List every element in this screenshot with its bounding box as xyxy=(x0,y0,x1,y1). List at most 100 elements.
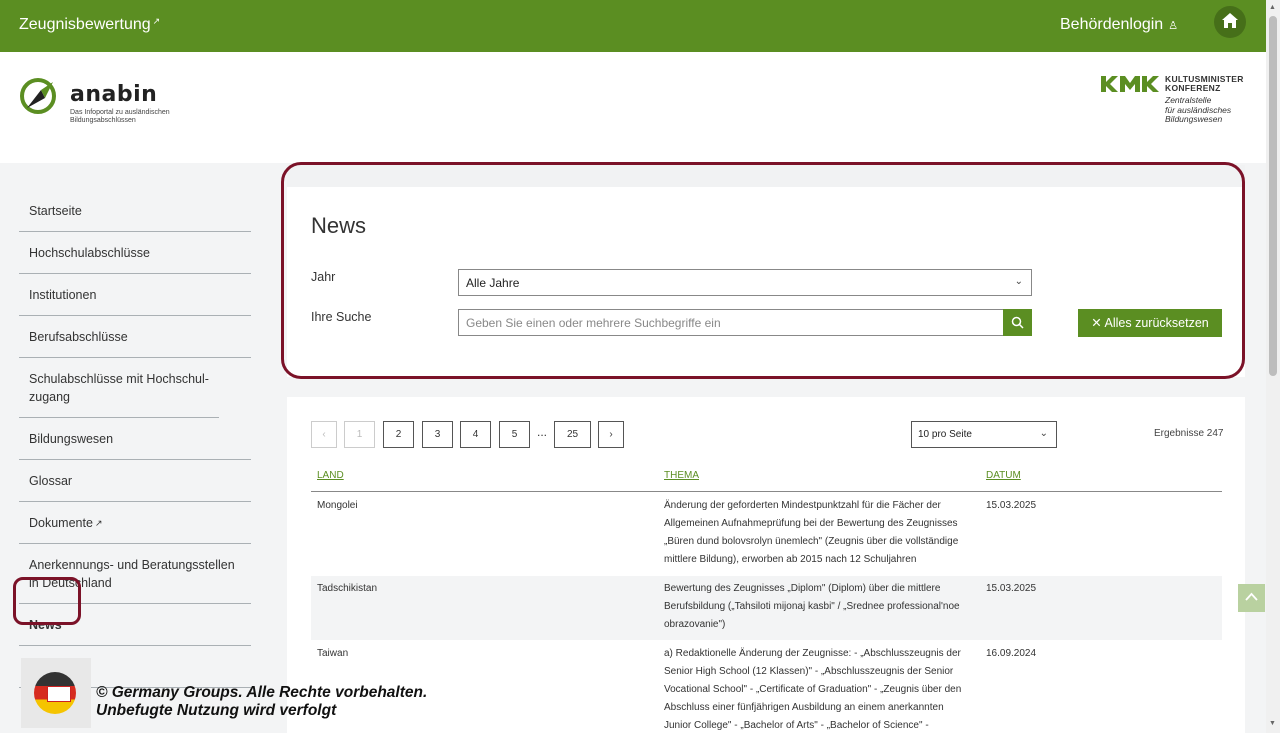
search-button[interactable] xyxy=(1003,309,1032,336)
per-page-value: 10 pro Seite xyxy=(918,429,972,440)
pagination-page-5[interactable]: 5 xyxy=(499,421,530,448)
logo-title: anabin xyxy=(70,82,158,107)
chevron-down-icon: ⌄ xyxy=(1014,276,1023,287)
watermark-line1: © Germany Groups. Alle Rechte vorbehalte… xyxy=(96,684,428,701)
watermark-text: © Germany Groups. Alle Rechte vorbehalte… xyxy=(96,684,427,720)
close-icon: ✕ xyxy=(1091,316,1105,330)
login-link[interactable]: Behördenlogin ♙ xyxy=(1060,16,1178,34)
kmk-title: KULTUSMINISTER KONFERENZ xyxy=(1165,75,1244,93)
sidebar-item-schulabschluesse-label: Schulabschlüsse mit Hochschul-zugang xyxy=(29,372,209,404)
thema-line: Berufsbildung („Tahsiloti mijonaj kasbi"… xyxy=(664,601,960,612)
thema-line: Abschluss einer fünfjährigen Ausbildung … xyxy=(664,702,944,713)
thema-line: Junior College" - „Bachelor of Arts" - „… xyxy=(664,720,929,731)
sidebar-item-anerkennungsstellen[interactable]: Anerkennungs- und Beratungsstellen in De… xyxy=(19,544,251,604)
site-header: anabin Das Infoportal zu ausländischen B… xyxy=(0,52,1266,163)
external-link-icon: ↗ xyxy=(94,518,103,528)
back-to-top-button[interactable] xyxy=(1238,584,1265,612)
cell-land: Mongolei xyxy=(317,500,358,511)
sidebar-item-news[interactable]: News xyxy=(19,604,251,646)
year-select[interactable]: Alle Jahre ⌄ xyxy=(458,269,1032,296)
results-count: Ergebnisse 247 xyxy=(1154,428,1224,439)
table-row[interactable]: Mongolei Änderung der geforderten Mindes… xyxy=(311,497,1222,572)
watermark-document xyxy=(47,686,71,702)
sidebar-item-dokumente-label: Dokumente xyxy=(29,516,93,530)
pagination-page-last[interactable]: 25 xyxy=(554,421,591,448)
news-search-panel: News Jahr Alle Jahre ⌄ Ihre Suche Geben … xyxy=(287,165,1245,377)
column-header-thema[interactable]: THEMA xyxy=(664,470,699,481)
thema-line: a) Redaktionelle Änderung der Zeugnisse:… xyxy=(664,648,961,659)
scroll-up-arrow-icon[interactable]: ▲ xyxy=(1269,4,1276,11)
chevron-down-icon: ⌄ xyxy=(1039,428,1048,439)
scrollbar[interactable]: ▲ ▼ xyxy=(1266,0,1280,733)
search-input[interactable]: Geben Sie einen oder mehrere Suchbegriff… xyxy=(458,309,1004,336)
login-label: Behördenlogin xyxy=(1060,16,1164,33)
reset-label: Alles zurücksetzen xyxy=(1104,316,1209,330)
user-icon: ♙ xyxy=(1168,20,1179,32)
year-select-value: Alle Jahre xyxy=(466,276,520,290)
watermark-line2: Unbefugte Nutzung wird verfolgt xyxy=(96,702,337,719)
pagination-page-1[interactable]: 1 xyxy=(344,421,375,448)
thema-line: „Büren dund bolovsrolyn ünemlech" (Zeugn… xyxy=(664,536,959,547)
pagination-next[interactable]: › xyxy=(598,421,624,448)
kmk-line5: Bildungswesen xyxy=(1165,114,1223,124)
header-divider xyxy=(311,491,1222,492)
page: Zeugnisbewertung ↗ Behördenlogin ♙ anabin … xyxy=(0,0,1280,733)
home-icon xyxy=(1222,13,1238,28)
table-row[interactable]: Taiwan a) Redaktionelle Änderung der Zeu… xyxy=(311,645,1222,733)
thema-line: Bewertung des Zeugnisses „Diplom" (Diplo… xyxy=(664,583,941,594)
cell-land: Tadschikistan xyxy=(317,583,378,594)
sidebar-item-glossar[interactable]: Glossar xyxy=(19,460,251,502)
per-page-select[interactable]: 10 pro Seite ⌄ xyxy=(911,421,1057,448)
pagination-prev[interactable]: ‹ xyxy=(311,421,337,448)
thema-line: Vocational School" - „Certificate of Gra… xyxy=(664,684,962,695)
sidebar-item-bildungswesen[interactable]: Bildungswesen xyxy=(19,418,251,460)
home-button[interactable] xyxy=(1214,6,1246,38)
results-panel: ‹ 1 2 3 4 5 ... 25 › 10 pro Seite ⌄ Erge… xyxy=(287,397,1245,733)
search-icon xyxy=(1011,316,1024,329)
page-title: News xyxy=(311,213,367,238)
zeugnisbewertung-link[interactable]: Zeugnisbewertung ↗ xyxy=(19,16,160,34)
logo-subtitle-line1: Das Infoportal zu ausländischen xyxy=(70,109,170,116)
top-bar: Zeugnisbewertung ↗ Behördenlogin ♙ xyxy=(0,0,1266,52)
scroll-down-arrow-icon[interactable]: ▼ xyxy=(1269,720,1276,727)
watermark-logo-icon xyxy=(21,658,91,728)
sidebar-nav: Startseite Hochschulabschlüsse Instituti… xyxy=(19,190,251,688)
compass-logo-icon xyxy=(20,78,56,114)
pagination-page-3[interactable]: 3 xyxy=(422,421,453,448)
thema-line: Änderung der geforderten Mindestpunktzah… xyxy=(664,500,941,511)
thema-line: Senior High School (12 Klassen)" - „Absc… xyxy=(664,666,954,677)
table-row[interactable]: Tadschikistan Bewertung des Zeugnisses „… xyxy=(311,576,1222,640)
pagination-page-4[interactable]: 4 xyxy=(460,421,491,448)
column-header-land[interactable]: LAND xyxy=(317,470,344,481)
kmk-subtitle: Zentralstelle für ausländisches Bildungs… xyxy=(1165,95,1231,125)
cell-datum: 16.09.2024 xyxy=(986,648,1037,659)
logo-subtitle-line2: Bildungsabschlüssen xyxy=(70,117,136,124)
sidebar-item-startseite[interactable]: Startseite xyxy=(19,190,251,232)
pagination-page-2[interactable]: 2 xyxy=(383,421,414,448)
cell-datum: 15.03.2025 xyxy=(986,500,1037,511)
reset-button[interactable]: ✕ Alles zurücksetzen xyxy=(1078,309,1222,337)
sidebar-item-berufsabschluesse[interactable]: Berufsabschlüsse xyxy=(19,316,251,358)
column-header-datum[interactable]: DATUM xyxy=(986,470,1021,481)
search-label: Ihre Suche xyxy=(311,310,372,324)
pagination-ellipsis: ... xyxy=(537,425,548,439)
sidebar-item-schulabschluesse[interactable]: Schulabschlüsse mit Hochschul-zugang xyxy=(19,358,219,418)
thema-line: Allgemeinen Aufnahmeprüfung bei der Bewe… xyxy=(664,518,958,529)
cell-thema[interactable]: a) Redaktionelle Änderung der Zeugnisse:… xyxy=(664,645,969,733)
sidebar-item-hochschulabschluesse[interactable]: Hochschulabschlüsse xyxy=(19,232,251,274)
kmk-logo: KULTUSMINISTER KONFERENZ Zentralstelle f… xyxy=(1100,74,1250,130)
logo-subtitle: Das Infoportal zu ausländischen Bildungs… xyxy=(70,109,190,125)
cell-thema[interactable]: Änderung der geforderten Mindestpunktzah… xyxy=(664,497,969,569)
thema-line: obrazovanie") xyxy=(664,619,726,630)
sidebar-item-institutionen[interactable]: Institutionen xyxy=(19,274,251,316)
chevron-up-icon xyxy=(1245,592,1258,601)
scrollbar-thumb[interactable] xyxy=(1269,16,1277,376)
thema-line: mittlere Bildung), erworben ab 2015 nach… xyxy=(664,554,917,565)
cell-thema[interactable]: Bewertung des Zeugnisses „Diplom" (Diplo… xyxy=(664,580,969,634)
cell-land: Taiwan xyxy=(317,648,349,659)
external-link-icon: ↗ xyxy=(152,16,161,26)
year-label: Jahr xyxy=(311,270,336,284)
sidebar-item-dokumente[interactable]: Dokumente ↗ xyxy=(19,502,251,544)
cell-datum: 15.03.2025 xyxy=(986,583,1037,594)
kmk-logo-icon xyxy=(1101,76,1159,92)
